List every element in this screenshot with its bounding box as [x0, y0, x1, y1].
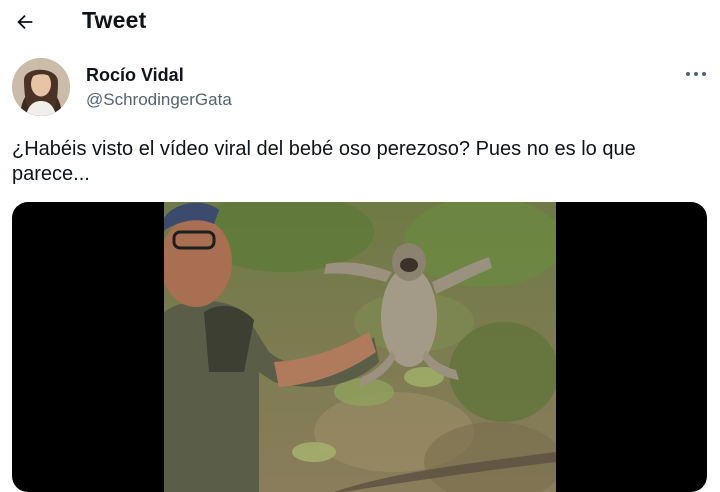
avatar-image — [12, 58, 70, 116]
more-options-button[interactable] — [680, 60, 712, 88]
more-horizontal-icon — [686, 72, 706, 76]
back-button[interactable] — [8, 5, 42, 39]
author-display-name[interactable]: Rocío Vidal — [86, 65, 184, 86]
page-title: Tweet — [82, 7, 147, 33]
avatar[interactable] — [12, 58, 70, 116]
author-handle[interactable]: @SchrodingerGata — [86, 90, 232, 110]
back-arrow-icon — [17, 14, 33, 30]
top-header: Tweet — [0, 0, 720, 46]
tweet-video[interactable] — [12, 202, 707, 492]
video-frame-image — [164, 202, 556, 492]
tweet-text: ¿Habéis visto el vídeo viral del bebé os… — [12, 138, 636, 185]
